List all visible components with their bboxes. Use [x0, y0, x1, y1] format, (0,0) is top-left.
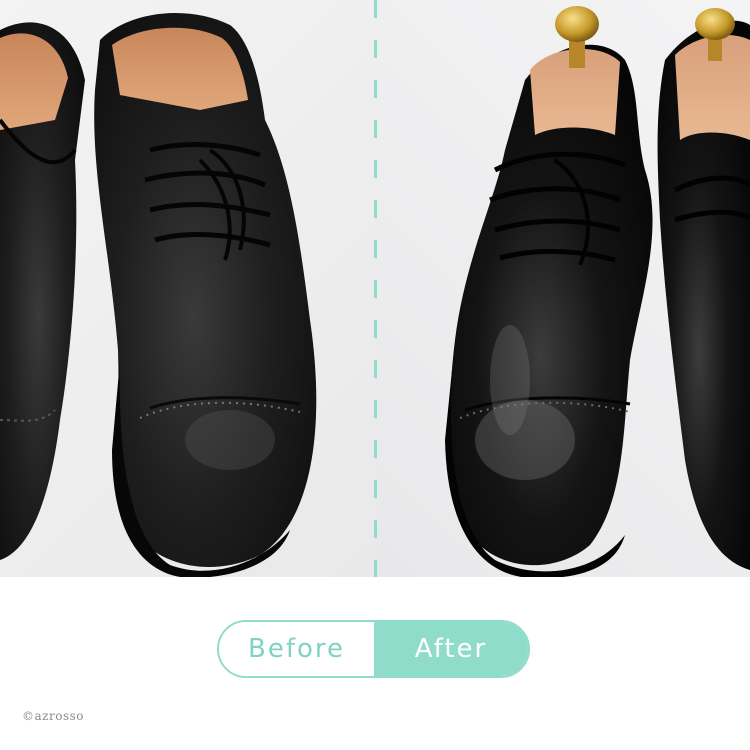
after-photo-panel	[375, 0, 750, 577]
before-shoes-image	[0, 12, 317, 577]
before-after-toggle[interactable]: Before After	[217, 620, 530, 678]
after-shoes-image	[445, 6, 750, 577]
comparison-photo	[0, 0, 750, 577]
after-label[interactable]: After	[374, 622, 528, 676]
before-photo-panel	[0, 0, 375, 577]
before-after-divider	[374, 0, 377, 577]
before-label[interactable]: Before	[219, 622, 374, 676]
copyright-text: ©azrosso	[22, 709, 84, 723]
